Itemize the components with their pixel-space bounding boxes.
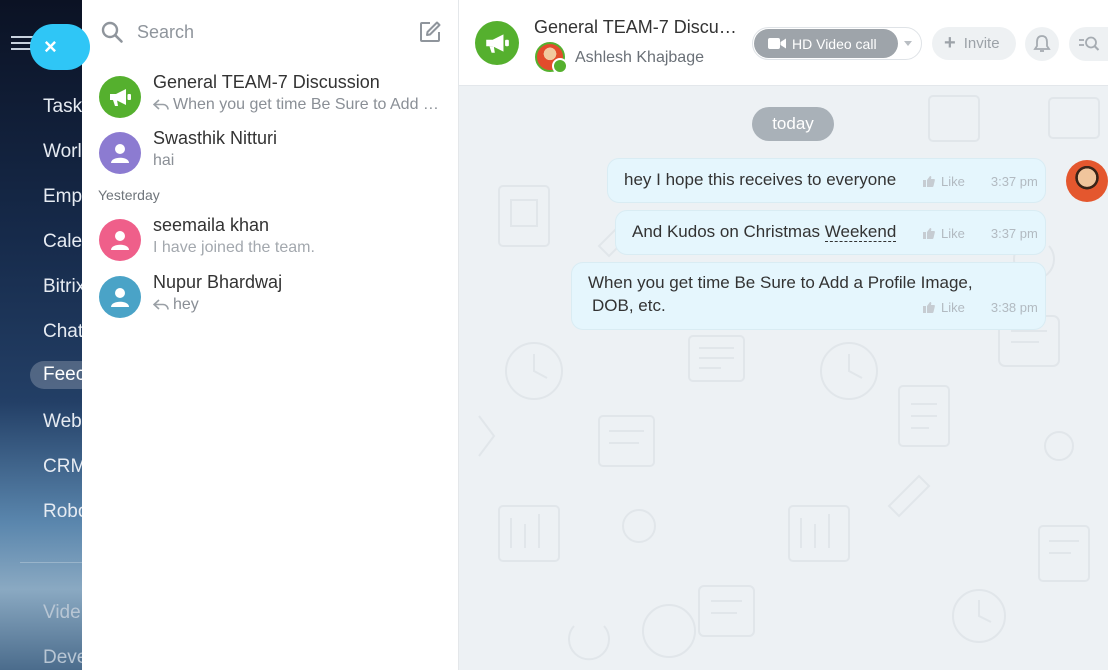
- like-button[interactable]: Like: [941, 174, 965, 189]
- chat-main: General TEAM-7 Discussion Ashlesh Khajba…: [459, 0, 1108, 670]
- chat-list-item-swasthik[interactable]: Swasthik Nitturi hai: [82, 126, 459, 182]
- chat-body: today hey I hope this receives to everyo…: [459, 86, 1108, 670]
- message-time: 3:38 pm: [990, 300, 1038, 315]
- nav-item-workgroups[interactable]: Worl: [43, 141, 82, 163]
- message-text-part: And Kudos on Christmas: [632, 222, 825, 241]
- nav-item-developer[interactable]: Deve: [43, 647, 82, 669]
- chat-name: General TEAM-7 Discussion: [153, 72, 380, 92]
- owner-badge-icon: [552, 58, 568, 74]
- close-button[interactable]: ×: [30, 24, 90, 70]
- section-label-yesterday: Yesterday: [98, 187, 160, 203]
- search-icon[interactable]: [100, 20, 124, 44]
- megaphone-icon[interactable]: [475, 21, 519, 65]
- message-time: 3:37 pm: [990, 174, 1038, 189]
- message-text: DOB, etc.: [592, 296, 666, 315]
- nav-item-feed[interactable]: Feec: [30, 361, 82, 389]
- chat-header: General TEAM-7 Discussion Ashlesh Khajba…: [459, 0, 1108, 86]
- nav-item-bitrix[interactable]: Bitrix: [43, 276, 82, 298]
- chevron-down-icon[interactable]: [904, 41, 912, 46]
- invite-label: Invite: [963, 35, 1000, 52]
- like-button[interactable]: Like: [941, 226, 965, 241]
- left-nav: Task Worl Emp Cale Bitrix Chat Feec Web …: [0, 0, 82, 670]
- search-input[interactable]: [137, 18, 397, 46]
- nav-item-calendar[interactable]: Cale: [43, 231, 82, 253]
- nav-item-robots[interactable]: Robo: [43, 501, 82, 523]
- video-call-label: HD Video call: [792, 35, 877, 52]
- chat-list-item-seemaila[interactable]: seemaila khan I have joined the team.: [82, 213, 459, 269]
- chat-name: Swasthik Nitturi: [153, 128, 278, 148]
- chat-preview: hai: [153, 152, 175, 169]
- like-icon[interactable]: [923, 302, 935, 313]
- chat-preview: I have joined the team.: [153, 239, 315, 256]
- chat-preview: hey: [153, 296, 443, 314]
- nav-item-chat[interactable]: Chat: [43, 321, 82, 343]
- video-call-button[interactable]: HD Video call: [752, 27, 922, 60]
- message-bubble[interactable]: hey I hope this receives to everyone Lik…: [607, 158, 1046, 203]
- chat-list-item-nupur[interactable]: Nupur Bhardwaj hey: [82, 270, 459, 326]
- chat-name: seemaila khan: [153, 215, 270, 235]
- message-bubble[interactable]: When you get time Be Sure to Add a Profi…: [571, 262, 1046, 330]
- invite-button[interactable]: + Invite: [932, 27, 1016, 60]
- close-icon: ×: [44, 34, 57, 59]
- message-time: 3:37 pm: [990, 226, 1038, 241]
- chat-preview-text: When you get time Be Sure to Add a Profi…: [173, 96, 443, 113]
- nav-item-tasks[interactable]: Task: [43, 96, 82, 118]
- user-icon: [99, 132, 141, 174]
- chat-name: Nupur Bhardwaj: [153, 272, 283, 292]
- chat-preview-text: hey: [173, 296, 199, 313]
- chat-list-panel: General TEAM-7 Discussion When you get t…: [82, 0, 459, 670]
- message-meta: Like 3:38 pm: [923, 300, 1038, 315]
- search-messages-button[interactable]: [1069, 27, 1108, 61]
- nav-item-employees[interactable]: Emp: [43, 186, 82, 208]
- like-icon[interactable]: [923, 176, 935, 187]
- video-camera-icon: [768, 38, 786, 49]
- message-text: hey I hope this receives to everyone: [624, 170, 897, 189]
- message-bubble[interactable]: And Kudos on Christmas Weekend Like 3:37…: [615, 210, 1046, 255]
- member-name[interactable]: Ashlesh Khajbage: [575, 49, 704, 67]
- message-meta: Like 3:37 pm: [923, 226, 1038, 241]
- megaphone-icon: [99, 76, 141, 118]
- chat-preview: When you get time Be Sure to Add a Profi…: [153, 96, 443, 114]
- date-divider: today: [752, 107, 834, 141]
- video-call-main[interactable]: HD Video call: [754, 29, 898, 58]
- message-meta: Like 3:37 pm: [923, 174, 1038, 189]
- like-button[interactable]: Like: [941, 300, 965, 315]
- user-icon: [99, 276, 141, 318]
- message-text: When you get time Be Sure to Add a Profi…: [588, 273, 973, 292]
- user-icon: [99, 219, 141, 261]
- chat-title[interactable]: General TEAM-7 Discussion: [534, 17, 744, 38]
- message-highlight[interactable]: Weekend: [824, 222, 897, 242]
- like-icon[interactable]: [923, 228, 935, 239]
- compose-icon[interactable]: [418, 20, 442, 44]
- nav-item-webinars[interactable]: Web: [43, 411, 82, 433]
- bell-off-icon: [1033, 35, 1051, 52]
- avatar[interactable]: [1066, 160, 1108, 202]
- nav-item-crm[interactable]: CRM: [43, 456, 82, 478]
- chat-list-item-general[interactable]: General TEAM-7 Discussion When you get t…: [82, 70, 459, 126]
- message-text: And Kudos on Christmas Weekend: [632, 222, 897, 242]
- search-list-icon: [1078, 36, 1099, 51]
- notifications-button[interactable]: [1025, 27, 1059, 61]
- search-bar: [82, 0, 459, 64]
- reply-icon: [153, 299, 169, 310]
- nav-divider: [20, 562, 82, 563]
- plus-icon: +: [944, 32, 956, 54]
- nav-item-video[interactable]: Vide: [43, 602, 81, 624]
- reply-icon: [153, 99, 169, 110]
